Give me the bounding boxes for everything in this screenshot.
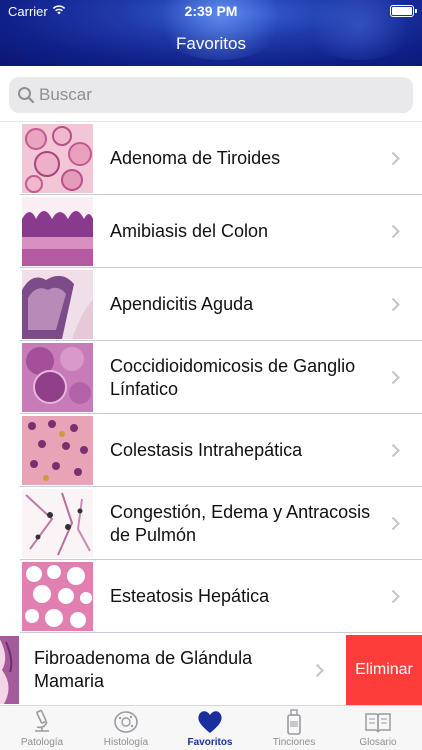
delete-button[interactable]: Eliminar <box>346 635 422 705</box>
page-title: Favoritos <box>176 34 246 53</box>
tab-bar: Patología Histología Favoritos Tinciones <box>0 705 422 750</box>
cell-icon <box>114 711 138 733</box>
list-item[interactable]: Congestión, Edema y Antracosis de Pulmón <box>0 487 422 560</box>
search-input[interactable] <box>39 77 399 113</box>
heart-icon <box>198 711 222 733</box>
item-label: Fibroadenoma de Glándula Mamaria <box>34 648 253 691</box>
item-label: Esteatosis Hepática <box>110 586 270 606</box>
bottle-icon <box>287 709 301 735</box>
microscope-icon <box>35 709 49 732</box>
search-field[interactable] <box>9 77 413 113</box>
colon-thumbnail <box>22 197 93 266</box>
list-item[interactable]: Colestasis Intrahepática <box>0 414 422 487</box>
tab-label: Favoritos <box>187 737 233 748</box>
item-label: Coccidioidomicosis de Ganglio Línfatico <box>110 355 356 399</box>
lymph-node-thumbnail <box>22 343 93 412</box>
item-label: Amibiasis del Colon <box>110 221 269 241</box>
liver-thumbnail <box>22 416 93 485</box>
swiped-list-item[interactable]: Fibroadenoma de Glándula Mamaria Elimina… <box>0 635 422 705</box>
tab-label: Tinciones <box>272 737 316 748</box>
book-icon <box>365 713 391 733</box>
chevron-right-icon <box>391 516 400 531</box>
list-item[interactable]: Adenoma de Tiroides <box>0 122 422 195</box>
chevron-right-icon <box>391 443 400 458</box>
item-label: Congestión, Edema y Antracosis de Pulmón <box>110 501 371 545</box>
search-bar <box>0 66 422 122</box>
tab-patologia[interactable]: Patología <box>0 706 84 750</box>
tab-label: Patología <box>20 737 64 748</box>
chevron-right-icon <box>391 297 400 312</box>
header-bar: Carrier 2:39 PM Favoritos <box>0 0 422 66</box>
favorites-list: Adenoma de Tiroides Amibiasis del Colon … <box>0 122 422 633</box>
chevron-right-icon <box>315 663 324 678</box>
item-label: Colestasis Intrahepática <box>110 440 303 460</box>
status-bar: Carrier 2:39 PM <box>0 0 422 24</box>
tab-glosario[interactable]: Glosario <box>336 706 420 750</box>
tab-label: Histología <box>103 737 149 748</box>
thyroid-thumbnail <box>22 124 93 193</box>
chevron-right-icon <box>391 151 400 166</box>
item-label: Apendicitis Aguda <box>110 294 254 314</box>
tab-label: Glosario <box>359 737 397 748</box>
tab-favoritos[interactable]: Favoritos <box>168 706 252 750</box>
battery-icon <box>390 5 417 17</box>
chevron-right-icon <box>391 224 400 239</box>
item-label: Adenoma de Tiroides <box>110 148 281 168</box>
fibroadenoma-thumbnail <box>0 636 19 704</box>
appendix-thumbnail <box>22 270 93 339</box>
list-item[interactable]: Apendicitis Aguda <box>0 268 422 341</box>
chevron-right-icon <box>391 370 400 385</box>
search-icon <box>18 87 35 104</box>
chevron-right-icon <box>391 589 400 604</box>
tab-tinciones[interactable]: Tinciones <box>252 706 336 750</box>
list-item[interactable]: Amibiasis del Colon <box>0 195 422 268</box>
tab-histologia[interactable]: Histología <box>84 706 168 750</box>
list-item[interactable]: Esteatosis Hepática <box>0 560 422 633</box>
status-time: 2:39 PM <box>184 3 238 19</box>
lung-thumbnail <box>22 489 93 558</box>
list-item[interactable]: Coccidioidomicosis de Ganglio Línfatico <box>0 341 422 414</box>
steatosis-thumbnail <box>22 562 93 631</box>
